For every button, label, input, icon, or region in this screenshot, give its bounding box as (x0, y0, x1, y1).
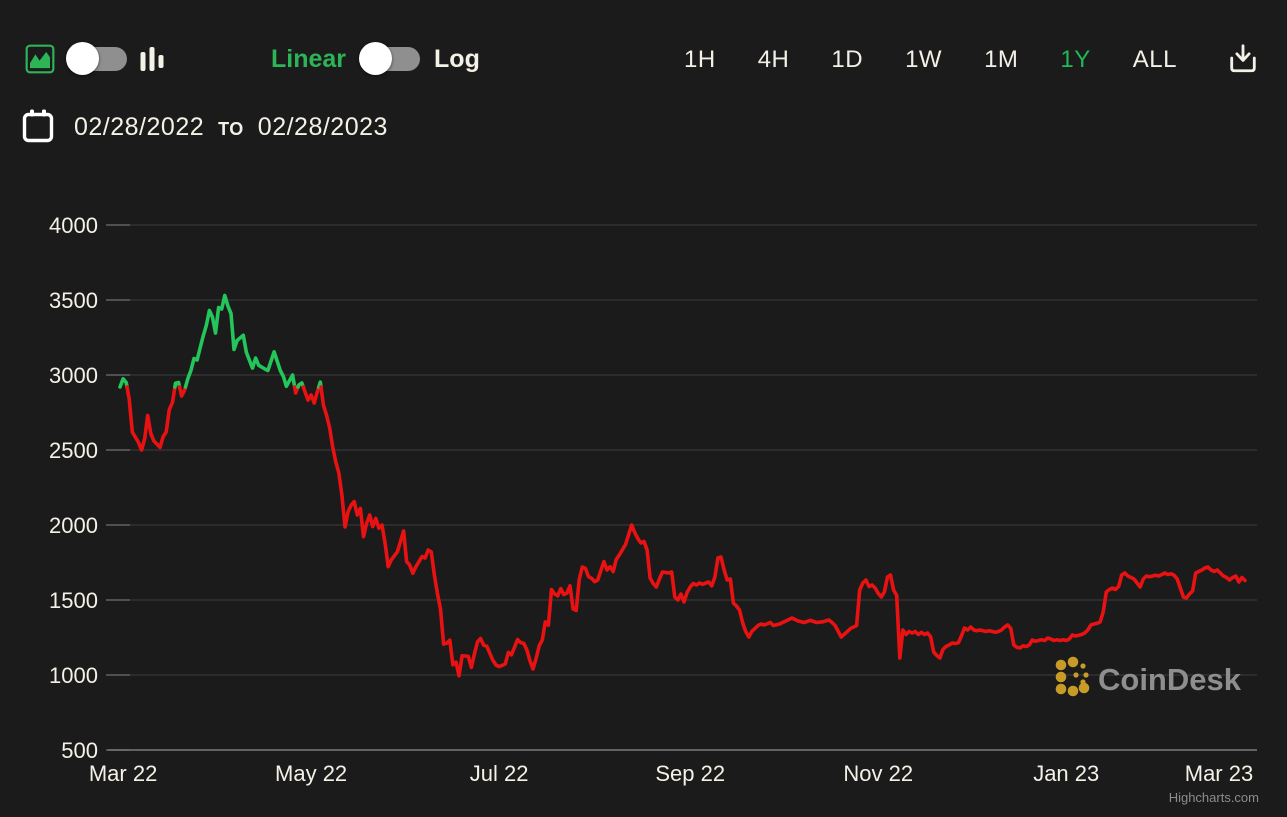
price-chart-panel: 500 1000 1500 2000 2500 3000 3500 4000 Mar 22 May… (0, 0, 1287, 817)
range-button-4h[interactable]: 4H (758, 46, 790, 74)
y-axis-label: 4000 (49, 213, 98, 238)
y-axis-label: 2000 (49, 513, 98, 538)
coindesk-logo-dot (1067, 656, 1079, 668)
price-line-segment (319, 385, 1247, 678)
area-chart-icon[interactable] (25, 44, 55, 74)
y-axis-label: 3000 (49, 363, 98, 388)
range-button-1y[interactable]: 1Y (1060, 46, 1090, 74)
price-line-segment (301, 385, 321, 405)
range-buttons: 1H 4H 1D 1W 1M 1Y ALL (684, 46, 1177, 74)
range-button-1h[interactable]: 1H (684, 46, 716, 74)
y-axis-label: 3500 (49, 288, 98, 313)
download-icon[interactable] (1227, 41, 1259, 82)
toggle-knob (359, 42, 393, 75)
coindesk-logo-dot (1080, 663, 1086, 669)
price-line-segment (183, 293, 297, 389)
chart-type-toggle[interactable] (66, 42, 128, 76)
coindesk-watermark-text: CoinDesk (1098, 662, 1242, 697)
coindesk-logo-dot (1067, 685, 1079, 697)
x-axis-label: Jul 22 (470, 761, 529, 786)
y-axis-label: 500 (61, 738, 98, 763)
x-axis-label: May 22 (275, 761, 347, 786)
coindesk-logo-dot (1083, 672, 1089, 678)
y-axis-label: 1500 (49, 588, 98, 613)
price-line-segment (125, 385, 177, 452)
range-button-1m[interactable]: 1M (984, 46, 1018, 74)
y-axis-label: 1000 (49, 663, 98, 688)
highcharts-attribution: Highcharts.com (1168, 790, 1259, 805)
date-end[interactable]: 02/28/2023 (258, 113, 388, 142)
x-axis-label: Mar 22 (89, 761, 157, 786)
x-axis-label: Jan 23 (1033, 761, 1099, 786)
bar-chart-icon[interactable] (139, 44, 165, 74)
range-button-all[interactable]: ALL (1133, 46, 1177, 74)
y-axis-label: 2500 (49, 438, 98, 463)
scale-toggle[interactable] (359, 42, 421, 76)
x-axis-label: Sep 22 (655, 761, 725, 786)
coindesk-logo-dot (1055, 683, 1067, 695)
coindesk-watermark: CoinDesk (1055, 656, 1242, 697)
coindesk-logo-dot (1080, 679, 1086, 685)
chart-type-control (25, 40, 165, 78)
calendar-icon[interactable] (22, 108, 54, 150)
toggle-knob (66, 42, 99, 75)
range-button-1d[interactable]: 1D (831, 46, 863, 74)
linear-label[interactable]: Linear (271, 45, 346, 74)
x-axis-label: Nov 22 (843, 761, 913, 786)
range-button-1w[interactable]: 1W (905, 46, 942, 74)
date-range[interactable]: 02/28/2022 TO 02/28/2023 (74, 113, 388, 142)
coindesk-logo-dot (1055, 659, 1067, 671)
date-separator: TO (218, 119, 244, 139)
coindesk-logo-dot (1073, 672, 1079, 678)
x-axis-label: Mar 23 (1185, 761, 1253, 786)
coindesk-logo-dot (1055, 671, 1067, 683)
log-label[interactable]: Log (434, 45, 480, 74)
scale-control: Linear Log (271, 40, 480, 78)
date-start[interactable]: 02/28/2022 (74, 113, 204, 142)
